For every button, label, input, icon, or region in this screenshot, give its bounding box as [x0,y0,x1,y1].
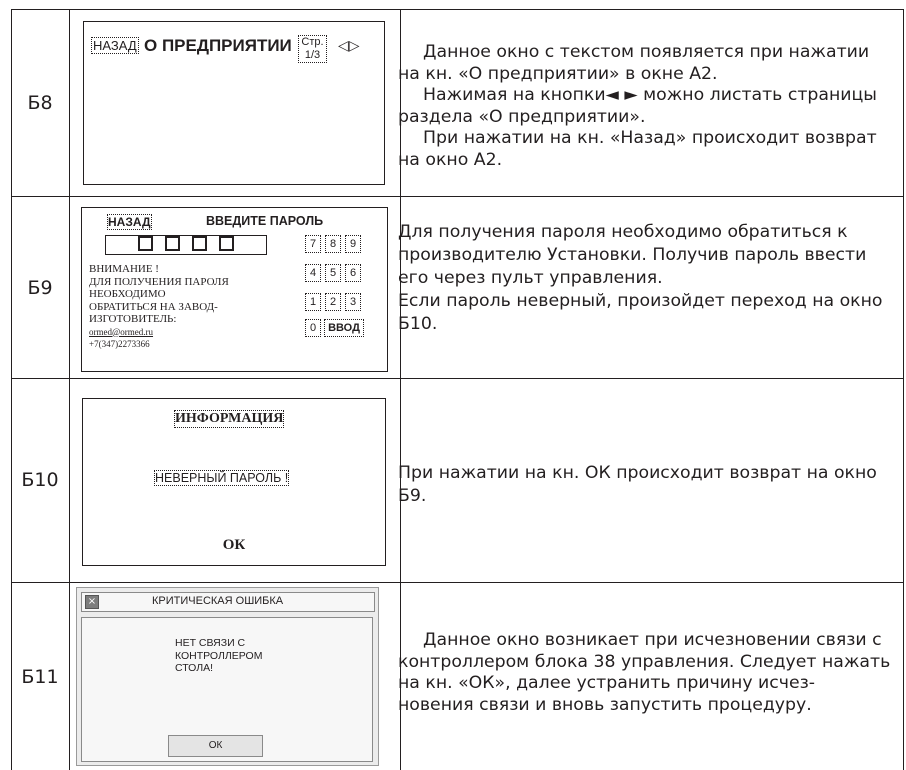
dialog-body: НЕТ СВЯЗИ С КОНТРОЛЛЕРОМ СТОЛА! ОК [81,617,373,762]
row-description: Для получения пароля необходимо обратить… [398,222,883,334]
key-6[interactable]: 6 [345,264,361,282]
key-0[interactable]: 0 [305,319,321,337]
row-description: Данное окно с текстом появляется при наж… [398,42,877,170]
row-id: Б10 [21,469,59,491]
screen-enter-password: НАЗАД ВВЕДИТЕ ПАРОЛЬ ВНИМАНИЕ ! ДЛЯ ПОЛУ… [81,207,388,372]
password-field[interactable] [105,235,267,255]
row-id: Б11 [21,666,59,688]
close-icon[interactable]: × [85,595,99,609]
row-description: При нажатии на кн. ОК происходит возврат… [398,463,877,506]
table-left-border [11,9,12,770]
row-divider [11,582,904,583]
error-message: НЕВЕРНЫЙ ПАРОЛЬ ! [154,470,290,486]
column-divider [69,9,70,770]
key-2[interactable]: 2 [325,293,341,311]
row-divider [11,378,904,379]
back-button[interactable]: НАЗАД [91,37,139,54]
notice-text: ВНИМАНИЕ ! ДЛЯ ПОЛУЧЕНИЯ ПАРОЛЯ НЕОБХОДИ… [89,263,229,349]
page-label: Стр. [301,36,324,48]
screen-about-company: НАЗАД О ПРЕДПРИЯТИИ Стр. 1/3 ◁▷ [83,21,385,185]
window-title: ИНФОРМАЦИЯ [174,410,285,428]
screen-information: ИНФОРМАЦИЯ НЕВЕРНЫЙ ПАРОЛЬ ! ОК [82,398,386,566]
enter-button[interactable]: ВВОД [324,319,364,337]
title-bar: × КРИТИЧЕСКАЯ ОШИБКА [81,592,375,612]
window-title: О ПРЕДПРИЯТИИ [144,36,292,55]
page-indicator: Стр. 1/3 [298,35,327,63]
page-arrows-icon[interactable]: ◁▷ [338,38,360,54]
key-1[interactable]: 1 [305,293,321,311]
key-3[interactable]: 3 [345,293,361,311]
window-title: КРИТИЧЕСКАЯ ОШИБКА [152,595,284,607]
key-9[interactable]: 9 [345,235,361,253]
table-top-border [11,9,904,10]
window-title: ВВЕДИТЕ ПАРОЛЬ [206,214,324,228]
screen-critical-error: × КРИТИЧЕСКАЯ ОШИБКА НЕТ СВЯЗИ С КОНТРОЛ… [76,587,379,766]
table-right-border [903,9,904,770]
row-description: Данное окно возникает при исчезновении с… [398,630,891,715]
ok-button[interactable]: ОК [168,735,263,757]
key-4[interactable]: 4 [305,264,321,282]
email-link[interactable]: ormed@ormed.ru [89,326,229,339]
key-5[interactable]: 5 [325,264,341,282]
ok-button[interactable]: ОК [83,537,385,554]
row-divider [11,196,904,197]
row-id: Б8 [27,92,53,114]
row-id: Б9 [27,277,53,299]
error-message: НЕТ СВЯЗИ С КОНТРОЛЛЕРОМ СТОЛА! [175,637,263,674]
phone-number: +7(347)2273366 [89,339,150,349]
key-8[interactable]: 8 [325,235,341,253]
back-button[interactable]: НАЗАД [107,214,152,230]
key-7[interactable]: 7 [305,235,321,253]
page-value: 1/3 [304,49,321,61]
